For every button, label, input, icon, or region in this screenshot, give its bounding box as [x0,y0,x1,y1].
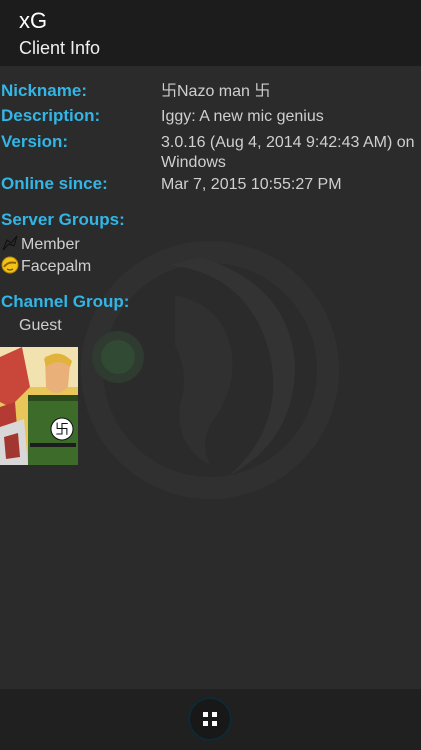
server-groups-label: Server Groups: [1,210,125,229]
nickname-value: 卐Nazo man 卐 [161,83,271,100]
title-bar: xG Client Info [0,0,421,66]
teamspeak-watermark-icon [81,241,339,499]
version-label: Version: [1,132,69,151]
member-icon [2,235,18,251]
description-value: Iggy: A new mic genius [161,108,324,125]
app-title: xG [19,8,48,33]
channel-group-label: Channel Group: [1,292,130,311]
server-group-name: Member [21,236,80,253]
online-since-label: Online since: [1,174,108,193]
grid-menu-icon [203,712,217,726]
server-group-name: Facepalm [21,258,92,275]
svg-text:卐: 卐 [55,422,69,438]
facepalm-icon [1,256,19,274]
page-subtitle: Client Info [19,38,101,58]
version-value: 3.0.16 (Aug 4, 2014 9:42:43 AM) on Windo… [161,134,415,171]
channel-group-value: Guest [19,317,62,334]
description-label: Description: [1,106,101,125]
menu-button[interactable] [188,697,232,741]
avatar: 卐 [0,347,78,465]
online-since-value: Mar 7, 2015 10:55:27 PM [161,176,342,193]
server-group-item: Member [1,234,80,254]
server-group-item: Facepalm [1,256,91,276]
nickname-label: Nickname: [1,81,87,100]
